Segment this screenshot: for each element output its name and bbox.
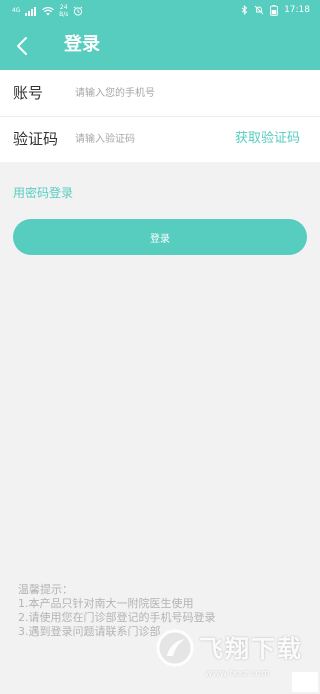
account-label: 账号 — [13, 84, 44, 102]
signal-text: 4G — [12, 7, 21, 14]
status-time: 17:18 — [284, 5, 310, 15]
account-row: 账号 — [0, 70, 320, 117]
page-title: 登录 — [64, 34, 100, 55]
mute-bell-icon — [254, 5, 264, 15]
watermark-badge — [292, 672, 318, 692]
password-login-link[interactable]: 用密码登录 — [13, 184, 73, 202]
status-left: 4G 24 B/s — [12, 4, 83, 18]
code-input[interactable] — [75, 128, 225, 150]
watermark-logo-icon — [156, 629, 194, 667]
battery-icon — [270, 4, 278, 16]
tip-line: 2.请使用您在门诊部登记的手机号码登录 — [18, 611, 216, 624]
watermark: 飞翔下载 www.fxxz.com — [155, 626, 320, 694]
status-bar: 4G 24 B/s 17:18 — [0, 0, 320, 22]
back-button[interactable] — [6, 30, 38, 62]
login-form: 账号 验证码 获取验证码 — [0, 70, 320, 162]
bluetooth-icon — [241, 5, 248, 15]
get-code-button[interactable]: 获取验证码 — [235, 128, 300, 150]
tip-line: 1.本产品只针对南大一附院医生使用 — [18, 597, 194, 610]
wifi-icon — [42, 6, 54, 15]
net-speed: 24 B/s — [59, 4, 69, 18]
watermark-text: 飞翔下载 — [199, 635, 303, 663]
code-label: 验证码 — [13, 130, 59, 148]
code-row: 验证码 获取验证码 — [0, 116, 320, 162]
status-right: 17:18 — [241, 4, 310, 16]
app-bar: 登录 — [0, 22, 320, 70]
login-button[interactable]: 登录 — [13, 219, 307, 255]
tips-title: 温馨提示： — [18, 583, 73, 596]
phone-input[interactable] — [75, 82, 225, 104]
alarm-icon — [74, 6, 83, 16]
chevron-left-icon — [17, 37, 27, 55]
watermark-url: www.fxxz.com — [205, 669, 270, 679]
signal-icon — [25, 6, 37, 16]
